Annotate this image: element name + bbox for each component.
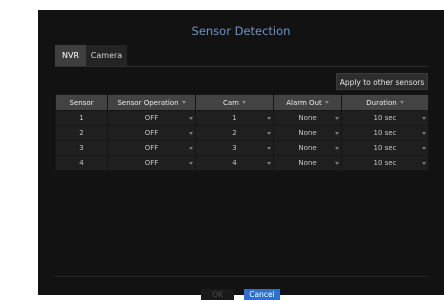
alarm-out-select[interactable]: None [273, 155, 342, 171]
tab-bar: NVR Camera [55, 45, 127, 66]
table-header-row: Sensor Sensor Operation Cam Alarm Out Du… [55, 94, 429, 111]
duration-select[interactable]: 10 sec [341, 140, 429, 156]
alarm-out-value: None [298, 159, 317, 167]
header-duration-label: Duration [366, 98, 397, 107]
chevron-down-icon [242, 101, 246, 104]
duration-value: 10 sec [373, 144, 397, 152]
chevron-down-icon [267, 162, 271, 165]
chevron-down-icon [422, 147, 426, 150]
chevron-down-icon [189, 117, 193, 120]
apply-to-other-sensors-button[interactable]: Apply to other sensors [336, 73, 428, 90]
chevron-down-icon [181, 101, 186, 104]
sensor-operation-value: OFF [144, 114, 159, 122]
tab-camera[interactable]: Camera [86, 45, 127, 66]
alarm-out-value: None [298, 144, 317, 152]
header-sensor: Sensor [55, 94, 108, 111]
header-sensor-operation[interactable]: Sensor Operation [107, 94, 196, 111]
chevron-down-icon [335, 162, 339, 165]
chevron-down-icon [335, 117, 339, 120]
chevron-down-icon [267, 147, 271, 150]
table-row: 1 OFF 1 None 10 sec [55, 110, 429, 126]
sensor-operation-select[interactable]: OFF [107, 125, 196, 141]
chevron-down-icon [422, 162, 426, 165]
table-row: 3 OFF 3 None 10 sec [55, 140, 429, 156]
chevron-down-icon [267, 117, 271, 120]
cam-value: 3 [232, 144, 237, 152]
table-row: 4 OFF 4 None 10 sec [55, 155, 429, 171]
duration-value: 10 sec [373, 114, 397, 122]
duration-value: 10 sec [373, 159, 397, 167]
dialog-title: Sensor Detection [191, 24, 291, 38]
footer-divider [55, 276, 428, 277]
header-alarm-out[interactable]: Alarm Out [273, 94, 342, 111]
chevron-down-icon [335, 132, 339, 135]
tab-divider [55, 66, 428, 67]
header-duration[interactable]: Duration [341, 94, 429, 111]
duration-value: 10 sec [373, 129, 397, 137]
sensor-operation-select[interactable]: OFF [107, 140, 196, 156]
cam-value: 2 [232, 129, 237, 137]
chevron-down-icon [324, 101, 329, 104]
cam-value: 1 [232, 114, 237, 122]
sensor-number: 3 [55, 140, 108, 156]
cam-select[interactable]: 2 [195, 125, 274, 141]
sensor-number: 2 [55, 125, 108, 141]
header-cam[interactable]: Cam [195, 94, 274, 111]
header-alarm-out-label: Alarm Out [286, 98, 322, 107]
sensor-detection-dialog: Sensor Detection NVR Camera Apply to oth… [38, 10, 444, 300]
chevron-down-icon [399, 101, 404, 104]
alarm-out-select[interactable]: None [273, 125, 342, 141]
chevron-down-icon [189, 132, 193, 135]
header-sensor-operation-label: Sensor Operation [117, 98, 179, 107]
alarm-out-select[interactable]: None [273, 110, 342, 126]
tab-nvr[interactable]: NVR [55, 45, 86, 66]
sensor-operation-value: OFF [144, 144, 159, 152]
duration-select[interactable]: 10 sec [341, 110, 429, 126]
sensor-operation-value: OFF [144, 159, 159, 167]
header-cam-label: Cam [223, 98, 239, 107]
chevron-down-icon [267, 132, 271, 135]
alarm-out-value: None [298, 114, 317, 122]
chevron-down-icon [422, 132, 426, 135]
cam-select[interactable]: 4 [195, 155, 274, 171]
alarm-out-value: None [298, 129, 317, 137]
sensor-operation-select[interactable]: OFF [107, 155, 196, 171]
cam-value: 4 [232, 159, 237, 167]
duration-select[interactable]: 10 sec [341, 155, 429, 171]
sensor-operation-select[interactable]: OFF [107, 110, 196, 126]
chevron-down-icon [189, 162, 193, 165]
chevron-down-icon [189, 147, 193, 150]
sensor-number: 4 [55, 155, 108, 171]
chevron-down-icon [335, 147, 339, 150]
alarm-out-select[interactable]: None [273, 140, 342, 156]
sensor-table: Sensor Sensor Operation Cam Alarm Out Du… [55, 94, 429, 171]
cam-select[interactable]: 1 [195, 110, 274, 126]
chevron-down-icon [422, 117, 426, 120]
header-sensor-label: Sensor [69, 98, 94, 107]
cam-select[interactable]: 3 [195, 140, 274, 156]
duration-select[interactable]: 10 sec [341, 125, 429, 141]
table-row: 2 OFF 2 None 10 sec [55, 125, 429, 141]
sensor-operation-value: OFF [144, 129, 159, 137]
sensor-number: 1 [55, 110, 108, 126]
